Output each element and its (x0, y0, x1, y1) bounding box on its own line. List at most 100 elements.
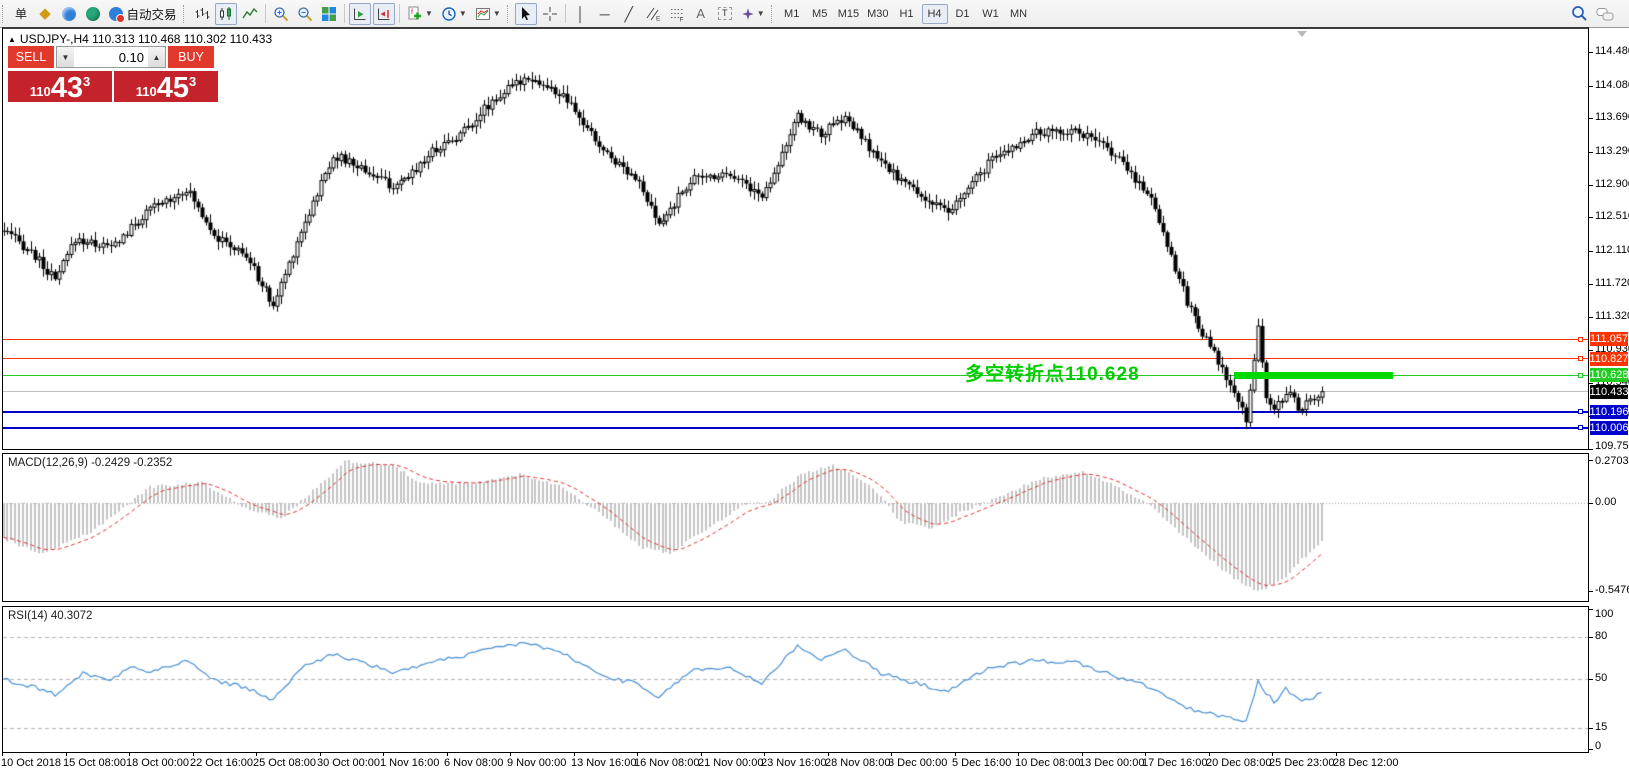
gold-icon: ◆ (39, 6, 51, 21)
dropdown-caret-icon: ▼ (757, 9, 765, 18)
buy-button[interactable]: BUY (168, 46, 214, 68)
periods-button[interactable]: ▼ (438, 3, 470, 25)
toolbar-separator (565, 4, 566, 23)
rsi-canvas[interactable] (3, 607, 1588, 752)
mt4-terminal: 单 ◆ 自动交易 (0, 0, 1629, 771)
date-label: 25 Dec 23:00 (1269, 757, 1334, 769)
date-tick (637, 753, 638, 756)
support-zone-bar[interactable] (1234, 372, 1393, 379)
timeframe-m15[interactable]: M15 (835, 4, 862, 24)
text-button[interactable]: A (690, 3, 712, 25)
chart-shift-marker[interactable] (1297, 31, 1307, 37)
clock-icon (441, 6, 457, 22)
macd-pane[interactable]: MACD(12,26,9) -0.2429 -0.2352 (2, 453, 1589, 602)
date-label: 6 Nov 08:00 (444, 757, 503, 769)
date-label: 23 Nov 16:00 (761, 757, 826, 769)
crosshair-button[interactable] (539, 3, 561, 25)
autotrade-icon (109, 7, 123, 21)
timeframe-mn[interactable]: MN (1006, 4, 1032, 24)
gold-button[interactable]: ◆ (34, 3, 56, 25)
zoom-in-button[interactable] (270, 3, 292, 25)
date-tick (891, 753, 892, 756)
date-tick (193, 753, 194, 756)
arrows-button[interactable]: ▼ (738, 3, 768, 25)
date-tick (66, 753, 67, 756)
price-axis[interactable] (1589, 27, 1629, 771)
timeframe-m5[interactable]: M5 (807, 4, 833, 24)
tile-windows-button[interactable] (318, 3, 340, 25)
date-tick (383, 753, 384, 756)
cursor-button[interactable] (515, 3, 537, 25)
sell-price-pips: 43 (51, 76, 83, 101)
date-label: 30 Oct 00:00 (317, 757, 380, 769)
volume-input[interactable] (74, 47, 148, 67)
buy-price-button[interactable]: 110453 (114, 71, 218, 102)
sell-button[interactable]: SELL (8, 46, 54, 68)
volume-decrease-button[interactable]: ▼ (57, 47, 74, 67)
date-label: 21 Nov 00:00 (698, 757, 763, 769)
time-axis[interactable]: 10 Oct 201815 Oct 08:0018 Oct 00:0022 Oc… (0, 753, 1589, 771)
vertical-line-button[interactable]: │ (570, 3, 592, 25)
sell-price-base: 110 (30, 85, 51, 98)
chat-button[interactable] (1593, 3, 1618, 25)
price-chart-canvas[interactable] (3, 29, 1588, 449)
chart-shift-button[interactable] (373, 3, 395, 25)
volume-increase-button[interactable]: ▲ (148, 47, 165, 67)
hline-handle-110.628[interactable] (1578, 373, 1583, 378)
indicators-button[interactable]: f ▼ (404, 3, 436, 25)
channel-icon: E (645, 6, 661, 22)
toolbar: 单 ◆ 自动交易 (0, 0, 1629, 28)
timeframe-h4[interactable]: H4 (922, 4, 948, 24)
date-tick (574, 753, 575, 756)
annotation-text[interactable]: 多空转折点110.628 (965, 359, 1140, 386)
bar-chart-button[interactable] (191, 3, 213, 25)
hline-handle-110.827[interactable] (1578, 356, 1583, 361)
trendline-button[interactable]: ╱ (618, 3, 640, 25)
fibonacci-button[interactable]: F (666, 3, 688, 25)
sell-price-button[interactable]: 110433 (8, 71, 112, 102)
equidistant-channel-button[interactable]: E (642, 3, 664, 25)
trade-panel-row: SELL ▼ ▲ BUY (8, 46, 222, 68)
date-label: 5 Dec 16:00 (952, 757, 1011, 769)
chart-shift-icon (376, 6, 392, 22)
auto-scroll-icon (352, 6, 368, 22)
date-label: 3 Dec 00:00 (888, 757, 947, 769)
text-label-button[interactable]: T (714, 3, 736, 25)
horizontal-line-button[interactable]: ─ (594, 3, 616, 25)
rsi-label: RSI(14) 40.3072 (8, 610, 92, 622)
svg-text:F: F (679, 16, 683, 22)
date-tick (1082, 753, 1083, 756)
date-tick (2, 753, 3, 756)
new-order-button[interactable]: 单 (10, 3, 32, 25)
hline-handle-110.196[interactable] (1578, 409, 1583, 414)
date-label: 10 Dec 08:00 (1015, 757, 1080, 769)
hline-handle-110.006[interactable] (1578, 425, 1583, 430)
toolbar-separator (344, 4, 345, 23)
timeframe-m30[interactable]: M30 (864, 4, 891, 24)
toolbar-gripper (2, 5, 6, 23)
timeframe-d1[interactable]: D1 (950, 4, 976, 24)
hline-handle-111.057[interactable] (1578, 337, 1583, 342)
timeframe-w1[interactable]: W1 (978, 4, 1004, 24)
templates-button[interactable]: ▼ (472, 3, 504, 25)
timeframe-m1[interactable]: M1 (779, 4, 805, 24)
auto-scroll-button[interactable] (349, 3, 371, 25)
mql-community-button[interactable] (58, 3, 80, 25)
rsi-pane[interactable]: RSI(14) 40.3072 (2, 606, 1589, 753)
date-tick (764, 753, 765, 756)
timeframe-h1[interactable]: H1 (894, 4, 920, 24)
signals-button[interactable] (82, 3, 104, 25)
line-chart-button[interactable] (239, 3, 261, 25)
date-label: 10 Oct 2018 (1, 757, 61, 769)
candlestick-chart-button[interactable] (215, 3, 237, 25)
price-chart-pane[interactable]: ▲USDJPY-,H4 110.313 110.468 110.302 110.… (2, 27, 1589, 450)
date-label: 1 Nov 16:00 (380, 757, 439, 769)
date-tick (1209, 753, 1210, 756)
search-button[interactable] (1568, 3, 1591, 25)
dropdown-caret-icon: ▼ (459, 9, 467, 18)
zoom-out-button[interactable] (294, 3, 316, 25)
autotrade-button[interactable]: 自动交易 (106, 3, 180, 25)
macd-canvas[interactable] (3, 454, 1588, 601)
chart-collapse-icon[interactable]: ▲ (8, 35, 16, 44)
indicators-icon: f (407, 6, 423, 22)
